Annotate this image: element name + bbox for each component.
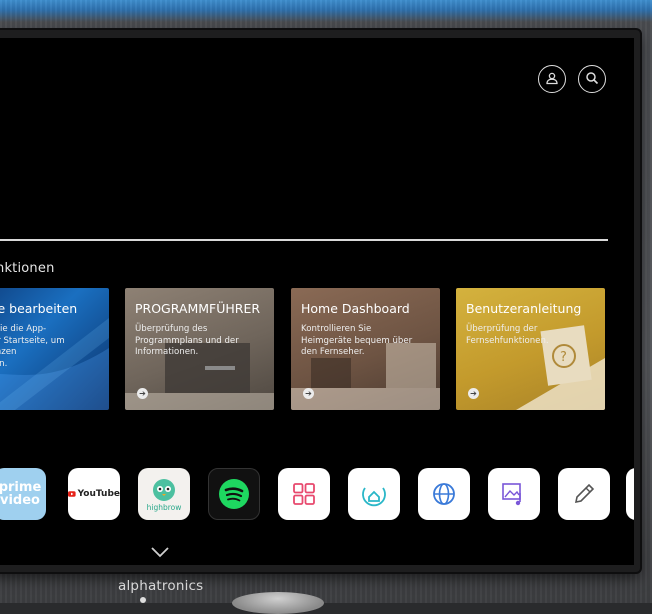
user-icon (545, 70, 559, 89)
app-media-player[interactable] (488, 468, 540, 520)
apps-grid-icon (293, 483, 315, 505)
card-programmfuehrer[interactable]: PROGRAMMFÜHRER Überprüfung des Programmp… (125, 288, 274, 410)
arrow-right-icon: ➔ (137, 388, 148, 399)
youtube-icon (68, 491, 76, 497)
card-description: Überprüfung der Fernsehfunktionen. (466, 324, 549, 346)
arrow-right-icon: ➔ (468, 388, 479, 399)
prime-video-icon: prime video (0, 480, 42, 508)
tv-stand (232, 592, 324, 614)
card-benutzeranleitung[interactable]: ? Benutzeranleitung Überprüfung der Fern… (456, 288, 605, 410)
arrow-right-icon: ➔ (303, 388, 314, 399)
card-description: Kontrollieren Sie Heimgeräte bequem über… (301, 324, 413, 357)
brand-logo-text: alphatronics (118, 578, 204, 594)
top-right-icons (538, 65, 606, 93)
card-startseite-bearbeiten[interactable]: tseite bearbeiten eiten Sie die App- auf… (0, 288, 109, 410)
home-icon (362, 487, 386, 507)
app-spotify[interactable] (208, 468, 260, 520)
profile-button[interactable] (538, 65, 566, 93)
app-all-apps[interactable] (278, 468, 330, 520)
globe-icon (433, 483, 455, 505)
card-home-dashboard[interactable]: Home Dashboard Kontrollieren Sie Heimger… (291, 288, 440, 410)
app-home-dashboard[interactable] (348, 468, 400, 520)
app-partial-next[interactable] (626, 468, 634, 520)
chevron-down-icon[interactable] (150, 543, 170, 562)
spotify-icon (219, 479, 249, 509)
app-web-browser[interactable] (418, 468, 470, 520)
svg-text:?: ? (560, 350, 567, 365)
card-title: tseite bearbeiten (0, 301, 78, 316)
card-title: Benutzeranleitung (466, 301, 582, 316)
search-button[interactable] (578, 65, 606, 93)
section-title: nktionen (0, 261, 55, 276)
app-highbrow[interactable]: highbrow (138, 468, 190, 520)
highbrow-icon (153, 478, 175, 501)
divider-line (0, 239, 608, 241)
card-title: PROGRAMMFÜHRER (135, 301, 261, 316)
edit-pencil-icon (574, 483, 595, 504)
music-photo-icon (502, 483, 521, 506)
card-title: Home Dashboard (301, 301, 410, 316)
app-youtube[interactable]: YouTube (68, 468, 120, 520)
app-edit[interactable] (558, 468, 610, 520)
card-description: Überprüfung des Programmplans und der In… (135, 324, 239, 357)
app-bar: prime video YouTube highbrow (0, 468, 634, 524)
power-led (140, 597, 146, 603)
card-description: eiten Sie die App- auf der Startseite, u… (0, 324, 65, 369)
tv-screen: nktionen tseite bearbeiten eiten Sie die… (0, 38, 634, 565)
search-icon (585, 70, 599, 89)
app-prime-video[interactable]: prime video (0, 468, 46, 520)
